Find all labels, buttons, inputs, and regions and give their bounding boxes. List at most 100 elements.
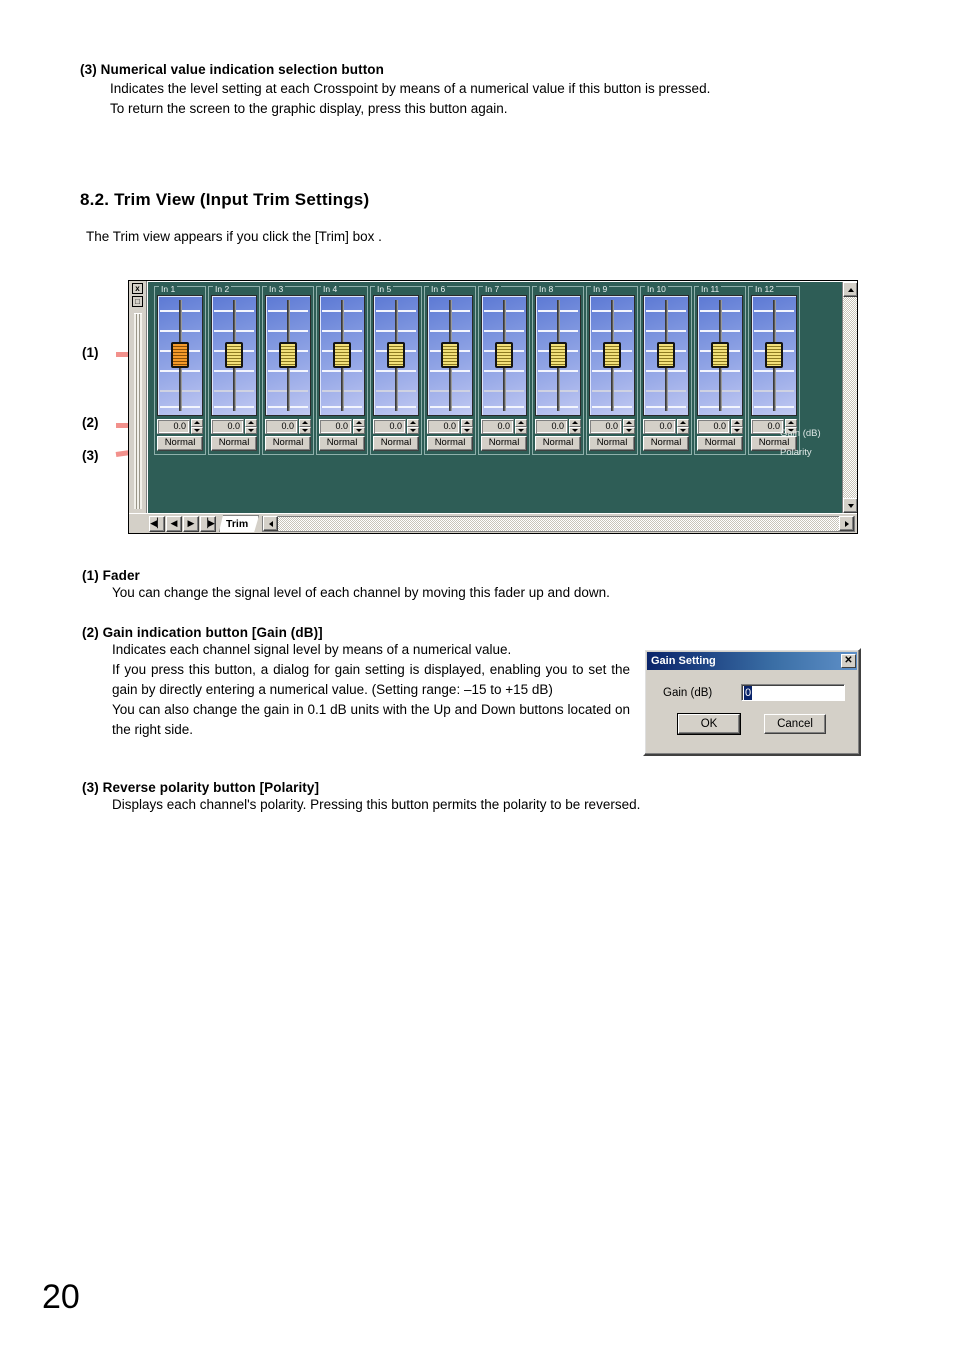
gain-value-input[interactable]: 0: [741, 684, 845, 701]
fader-handle[interactable]: [279, 342, 297, 368]
gain-stepper[interactable]: [731, 419, 743, 434]
gain-stepper[interactable]: [245, 419, 257, 434]
gain-down-icon[interactable]: [623, 426, 635, 434]
sheet-nav-first-icon[interactable]: ◀▏: [149, 515, 165, 532]
sheet-nav-previous-icon[interactable]: ◀: [166, 515, 182, 532]
channel-strip[interactable]: In 1 0.0 Normal: [154, 285, 206, 455]
gain-up-icon[interactable]: [245, 419, 257, 427]
polarity-button[interactable]: Normal: [481, 436, 527, 451]
vertical-scrollbar[interactable]: [842, 282, 857, 513]
scroll-right-icon[interactable]: [839, 516, 854, 531]
fader-handle[interactable]: [711, 342, 729, 368]
gain-down-icon[interactable]: [245, 426, 257, 434]
fader-track[interactable]: [373, 295, 419, 416]
polarity-button[interactable]: Normal: [211, 436, 257, 451]
gain-indication-button[interactable]: 0.0: [643, 419, 676, 434]
tab-trim[interactable]: Trim: [219, 515, 259, 532]
fader-track[interactable]: [697, 295, 743, 416]
gain-down-icon[interactable]: [353, 426, 365, 434]
polarity-button[interactable]: Normal: [265, 436, 311, 451]
gain-down-icon[interactable]: [461, 426, 473, 434]
gain-up-icon[interactable]: [407, 419, 419, 427]
gain-down-icon[interactable]: [407, 426, 419, 434]
sheet-nav-next-icon[interactable]: ▶: [183, 515, 199, 532]
fader-track[interactable]: [535, 295, 581, 416]
fader-handle[interactable]: [171, 342, 189, 368]
fader-handle[interactable]: [387, 342, 405, 368]
polarity-button[interactable]: Normal: [535, 436, 581, 451]
gain-indication-button[interactable]: 0.0: [535, 419, 568, 434]
gain-up-icon[interactable]: [515, 419, 527, 427]
channel-strip[interactable]: In 3 0.0 Normal: [262, 285, 314, 455]
channel-strip[interactable]: In 7 0.0 Normal: [478, 285, 530, 455]
fader-track[interactable]: [751, 295, 797, 416]
cancel-button[interactable]: Cancel: [764, 714, 826, 734]
polarity-button[interactable]: Normal: [697, 436, 743, 451]
fader-handle[interactable]: [225, 342, 243, 368]
splitter-grip[interactable]: [133, 313, 142, 509]
fader-handle[interactable]: [765, 342, 783, 368]
polarity-button[interactable]: Normal: [589, 436, 635, 451]
gain-down-icon[interactable]: [677, 426, 689, 434]
gain-stepper[interactable]: [299, 419, 311, 434]
gain-up-icon[interactable]: [191, 419, 203, 427]
channel-strip[interactable]: In 10 0.0 Normal: [640, 285, 692, 455]
close-icon[interactable]: x: [132, 283, 143, 294]
scroll-down-icon[interactable]: [843, 498, 857, 513]
gain-stepper[interactable]: [515, 419, 527, 434]
gain-up-icon[interactable]: [785, 419, 797, 427]
fader-track[interactable]: [643, 295, 689, 416]
gain-stepper[interactable]: [677, 419, 689, 434]
gain-up-icon[interactable]: [461, 419, 473, 427]
polarity-button[interactable]: Normal: [373, 436, 419, 451]
channel-strip[interactable]: In 4 0.0 Normal: [316, 285, 368, 455]
gain-indication-button[interactable]: 0.0: [697, 419, 730, 434]
channel-strip[interactable]: In 6 0.0 Normal: [424, 285, 476, 455]
polarity-button[interactable]: Normal: [427, 436, 473, 451]
gain-down-icon[interactable]: [191, 426, 203, 434]
gain-stepper[interactable]: [461, 419, 473, 434]
dialog-close-icon[interactable]: ✕: [841, 654, 856, 668]
gain-indication-button[interactable]: 0.0: [373, 419, 406, 434]
fader-handle[interactable]: [495, 342, 513, 368]
fader-handle[interactable]: [603, 342, 621, 368]
gain-down-icon[interactable]: [299, 426, 311, 434]
gain-up-icon[interactable]: [353, 419, 365, 427]
fader-track[interactable]: [265, 295, 311, 416]
channel-strip[interactable]: In 11 0.0 Normal: [694, 285, 746, 455]
gain-indication-button[interactable]: 0.0: [481, 419, 514, 434]
fader-track[interactable]: [427, 295, 473, 416]
sheet-nav-last-icon[interactable]: ▕▶: [200, 515, 216, 532]
fader-handle[interactable]: [441, 342, 459, 368]
fader-handle[interactable]: [657, 342, 675, 368]
gain-stepper[interactable]: [191, 419, 203, 434]
scroll-up-icon[interactable]: [843, 282, 857, 297]
fader-track[interactable]: [319, 295, 365, 416]
channel-strip[interactable]: In 5 0.0 Normal: [370, 285, 422, 455]
gain-up-icon[interactable]: [299, 419, 311, 427]
fader-track[interactable]: [157, 295, 203, 416]
restore-icon[interactable]: □: [132, 296, 143, 307]
gain-up-icon[interactable]: [623, 419, 635, 427]
fader-handle[interactable]: [549, 342, 567, 368]
scroll-left-icon[interactable]: [263, 516, 279, 531]
channel-strip[interactable]: In 2 0.0 Normal: [208, 285, 260, 455]
gain-stepper[interactable]: [407, 419, 419, 434]
gain-up-icon[interactable]: [569, 419, 581, 427]
gain-indication-button[interactable]: 0.0: [319, 419, 352, 434]
horizontal-scrollbar[interactable]: [262, 515, 855, 532]
channel-strip[interactable]: In 9 0.0 Normal: [586, 285, 638, 455]
gain-setting-dialog[interactable]: Gain Setting ✕ Gain (dB) 0 OK Cancel: [643, 648, 861, 756]
polarity-button[interactable]: Normal: [643, 436, 689, 451]
polarity-button[interactable]: Normal: [319, 436, 365, 451]
fader-track[interactable]: [589, 295, 635, 416]
gain-indication-button[interactable]: 0.0: [265, 419, 298, 434]
gain-up-icon[interactable]: [677, 419, 689, 427]
gain-indication-button[interactable]: 0.0: [157, 419, 190, 434]
channel-strip[interactable]: In 8 0.0 Normal: [532, 285, 584, 455]
gain-indication-button[interactable]: 0.0: [427, 419, 460, 434]
polarity-button[interactable]: Normal: [157, 436, 203, 451]
gain-stepper[interactable]: [569, 419, 581, 434]
gain-down-icon[interactable]: [569, 426, 581, 434]
gain-stepper[interactable]: [623, 419, 635, 434]
